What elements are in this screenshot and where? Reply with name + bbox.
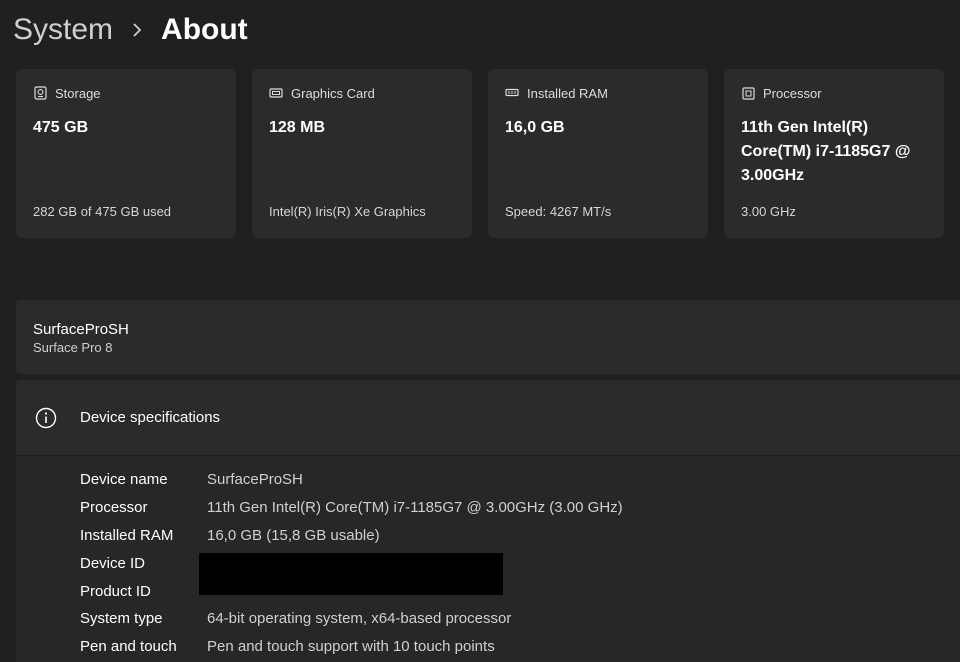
spec-value: 11th Gen Intel(R) Core(TM) i7-1185G7 @ 3… — [207, 499, 623, 517]
device-model: Surface Pro 8 — [33, 340, 113, 355]
page-title: About — [161, 13, 248, 46]
card-subtitle: Intel(R) Iris(R) Xe Graphics — [269, 204, 426, 219]
summary-cards: Storage 475 GB 282 GB of 475 GB used Gra… — [16, 69, 944, 238]
spec-value: SurfaceProSH — [207, 471, 303, 489]
graphics-card-icon — [269, 86, 283, 100]
storage-card[interactable]: Storage 475 GB 282 GB of 475 GB used — [16, 69, 236, 238]
spec-label: Installed RAM — [80, 526, 174, 544]
graphics-card-card[interactable]: Graphics Card 128 MB Intel(R) Iris(R) Xe… — [252, 69, 472, 238]
spec-row: Installed RAM 16,0 GB (15,8 GB usable) — [80, 522, 623, 550]
device-specifications-header[interactable]: Device specifications — [16, 380, 960, 456]
card-value: 11th Gen Intel(R) Core(TM) i7-1185G7 @ 3… — [741, 119, 911, 184]
card-subtitle: 282 GB of 475 GB used — [33, 204, 172, 219]
spec-row: Processor 11th Gen Intel(R) Core(TM) i7-… — [80, 494, 623, 522]
spec-value: 16,0 GB (15,8 GB usable) — [207, 526, 380, 544]
card-title: Processor — [763, 85, 822, 101]
info-icon — [35, 407, 57, 429]
spec-label: Processor — [80, 499, 148, 517]
card-value: 16,0 GB — [505, 119, 565, 136]
card-title: Graphics Card — [291, 85, 375, 101]
section-title: Device specifications — [80, 409, 221, 426]
device-specifications-panel: Device specifications Device name Surfac… — [16, 380, 960, 662]
spec-label: System type — [80, 610, 163, 628]
spec-row: Device name SurfaceProSH — [80, 466, 623, 494]
card-title: Storage — [55, 85, 101, 101]
spec-value: Pen and touch support with 10 touch poin… — [207, 638, 495, 656]
device-name: SurfaceProSH — [33, 321, 129, 338]
spec-row: Pen and touch Pen and touch support with… — [80, 633, 623, 661]
spec-label: Device name — [80, 471, 168, 489]
ram-icon — [505, 86, 519, 100]
spec-label: Pen and touch — [80, 638, 177, 656]
card-subtitle: 3.00 GHz — [741, 204, 796, 219]
spec-row: System type 64-bit operating system, x64… — [80, 605, 623, 633]
card-value: 475 GB — [33, 119, 89, 136]
spec-label: Device ID — [80, 554, 146, 572]
spec-label: Product ID — [80, 582, 151, 600]
redaction-box — [199, 553, 503, 595]
card-title: Installed RAM — [527, 85, 608, 101]
ram-card[interactable]: Installed RAM 16,0 GB Speed: 4267 MT/s — [488, 69, 708, 238]
spec-value: 64-bit operating system, x64-based proce… — [207, 610, 512, 628]
processor-icon — [741, 86, 755, 100]
card-subtitle: Speed: 4267 MT/s — [505, 204, 612, 219]
storage-icon — [33, 86, 47, 100]
breadcrumb: System About — [13, 8, 248, 52]
processor-card[interactable]: Processor 11th Gen Intel(R) Core(TM) i7-… — [724, 69, 944, 238]
card-value: 128 MB — [269, 119, 326, 136]
breadcrumb-system-link[interactable]: System — [13, 10, 113, 50]
device-name-panel[interactable]: SurfaceProSH Surface Pro 8 — [16, 300, 960, 374]
chevron-right-icon — [131, 22, 143, 38]
